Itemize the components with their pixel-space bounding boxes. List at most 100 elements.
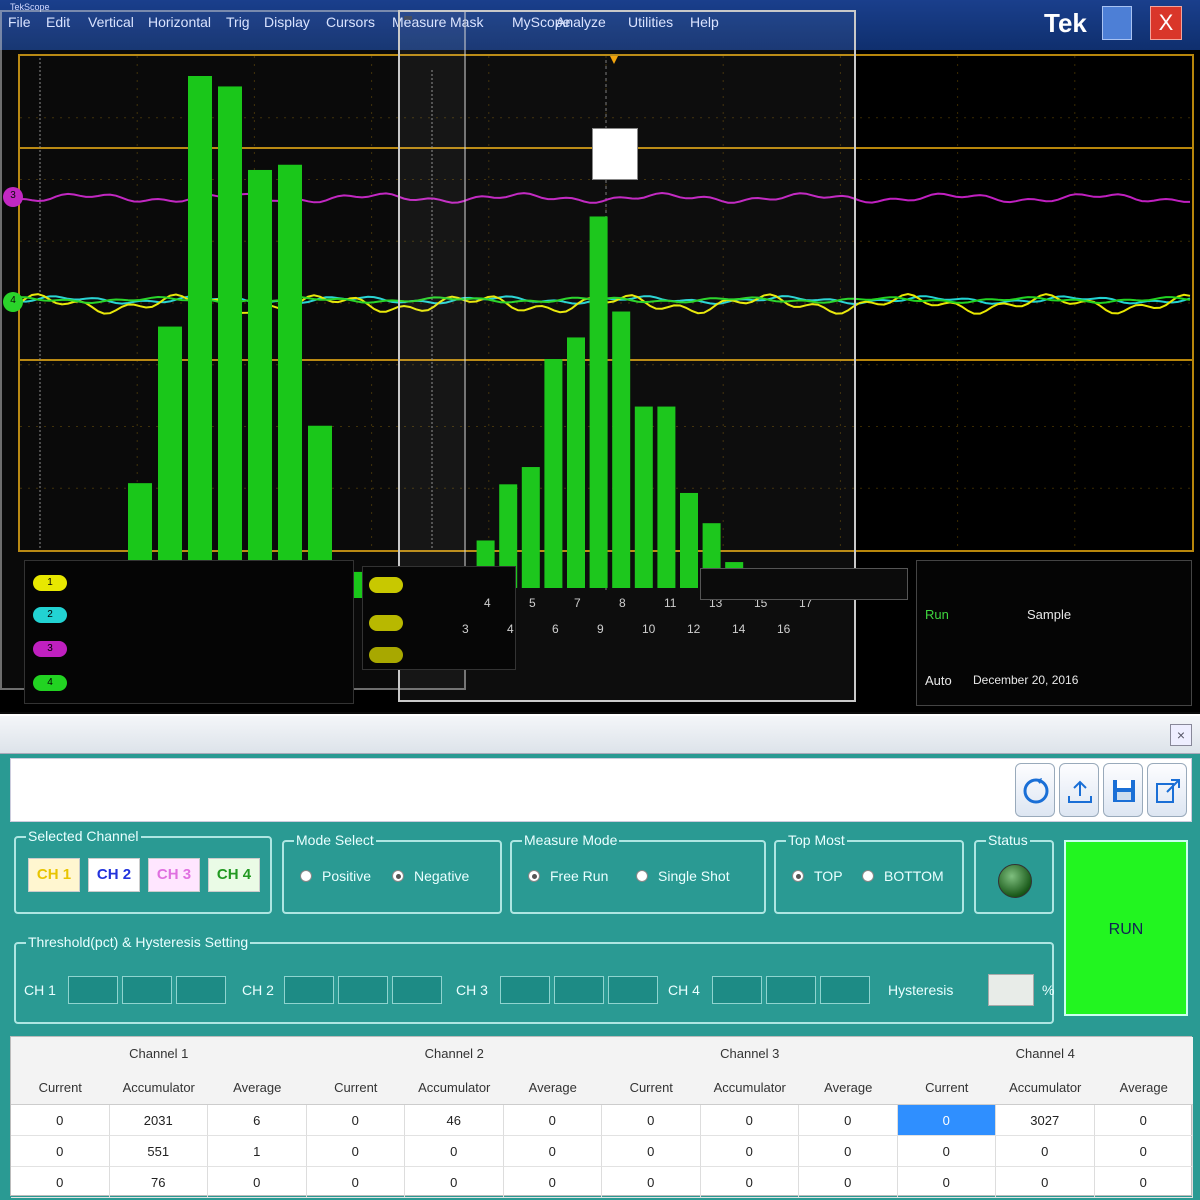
ch1-button[interactable]: CH 1 bbox=[28, 858, 80, 892]
table-cell[interactable]: 0 bbox=[1094, 1167, 1193, 1198]
table-cell[interactable]: 551 bbox=[109, 1136, 208, 1167]
ref2-badge[interactable] bbox=[369, 615, 403, 631]
mode-negative-radio[interactable]: Negative bbox=[392, 868, 469, 884]
table-cell[interactable]: 0 bbox=[11, 1136, 110, 1167]
table-cell[interactable]: 0 bbox=[11, 1167, 110, 1198]
x-tick-label: 11 bbox=[664, 596, 677, 610]
ch3-button[interactable]: CH 3 bbox=[148, 858, 200, 892]
x-tick-label: 12 bbox=[687, 622, 701, 636]
table-cell[interactable]: 0 bbox=[306, 1136, 405, 1167]
table-cell[interactable]: 0 bbox=[1094, 1136, 1193, 1167]
th-ch1-field[interactable] bbox=[176, 976, 226, 1004]
table-cell[interactable]: 0 bbox=[996, 1167, 1095, 1198]
table-column-header[interactable]: Accumulator bbox=[996, 1071, 1095, 1105]
table-cell[interactable]: 2031 bbox=[109, 1105, 208, 1136]
table-cell[interactable]: 0 bbox=[602, 1136, 701, 1167]
table-cell[interactable]: 0 bbox=[996, 1136, 1095, 1167]
th-ch2-field[interactable] bbox=[392, 976, 442, 1004]
table-cell[interactable]: 0 bbox=[799, 1167, 898, 1198]
table-column-header[interactable]: Average bbox=[799, 1071, 898, 1105]
table-cell[interactable]: 1 bbox=[208, 1136, 307, 1167]
th-ch2-field[interactable] bbox=[284, 976, 334, 1004]
ch4-button[interactable]: CH 4 bbox=[208, 858, 260, 892]
table-cell[interactable]: 0 bbox=[897, 1105, 996, 1136]
table-cell[interactable]: 0 bbox=[306, 1167, 405, 1198]
bottom-radio[interactable]: BOTTOM bbox=[862, 868, 944, 884]
upload-button[interactable] bbox=[1059, 763, 1099, 817]
hysteresis-label: Hysteresis bbox=[888, 982, 954, 998]
ref1-badge[interactable] bbox=[369, 577, 403, 593]
mode-select-group: Mode Select Positive Negative bbox=[282, 832, 502, 914]
table-cell[interactable]: 0 bbox=[799, 1105, 898, 1136]
table-column-header[interactable]: Accumulator bbox=[109, 1071, 208, 1105]
table-cell[interactable]: 0 bbox=[700, 1167, 799, 1198]
hysteresis-input[interactable] bbox=[988, 974, 1034, 1006]
export-button[interactable] bbox=[1147, 763, 1187, 817]
channel2-readout[interactable]: 2 bbox=[33, 605, 353, 627]
table-cell[interactable]: 0 bbox=[503, 1167, 602, 1198]
table-cell[interactable]: 0 bbox=[11, 1105, 110, 1136]
table-cell[interactable]: 0 bbox=[503, 1136, 602, 1167]
table-cell[interactable]: 0 bbox=[405, 1136, 504, 1167]
th-ch3-label: CH 3 bbox=[456, 982, 488, 998]
table-cell[interactable]: 0 bbox=[897, 1167, 996, 1198]
run-button[interactable]: RUN bbox=[1064, 840, 1188, 1016]
th-ch2-field[interactable] bbox=[338, 976, 388, 1004]
th-ch3-field[interactable] bbox=[608, 976, 658, 1004]
top-most-label: Top Most bbox=[786, 832, 847, 848]
ch2-button[interactable]: CH 2 bbox=[88, 858, 140, 892]
th-ch3-field[interactable] bbox=[500, 976, 550, 1004]
table-cell[interactable]: 0 bbox=[602, 1105, 701, 1136]
table-cell[interactable]: 0 bbox=[799, 1136, 898, 1167]
table-cell[interactable]: 0 bbox=[405, 1167, 504, 1198]
selected-channel-label: Selected Channel bbox=[26, 828, 141, 844]
reset-button[interactable] bbox=[1015, 763, 1055, 817]
mode-positive-radio[interactable]: Positive bbox=[300, 868, 371, 884]
table-cell[interactable]: 0 bbox=[503, 1105, 602, 1136]
table-column-header[interactable]: Accumulator bbox=[405, 1071, 504, 1105]
table-cell[interactable]: 0 bbox=[1094, 1105, 1193, 1136]
table-cell[interactable]: 3027 bbox=[996, 1105, 1095, 1136]
save-button[interactable] bbox=[1103, 763, 1143, 817]
th-ch1-field[interactable] bbox=[122, 976, 172, 1004]
ch3-badge: 3 bbox=[33, 641, 67, 657]
channel4-readout[interactable]: 4 bbox=[33, 673, 353, 695]
th-ch3-field[interactable] bbox=[554, 976, 604, 1004]
table-cell[interactable]: 6 bbox=[208, 1105, 307, 1136]
table-column-header[interactable]: Current bbox=[602, 1071, 701, 1105]
single-shot-radio[interactable]: Single Shot bbox=[636, 868, 730, 884]
acquisition-readout: Run Sample Auto December 20, 2016 bbox=[916, 560, 1192, 706]
th-ch1-field[interactable] bbox=[68, 976, 118, 1004]
ref3-badge[interactable] bbox=[369, 647, 403, 663]
channel1-readout[interactable]: 1 bbox=[33, 573, 353, 595]
th-ch4-field[interactable] bbox=[766, 976, 816, 1004]
top-radio[interactable]: TOP bbox=[792, 868, 843, 884]
table-cell[interactable]: 76 bbox=[109, 1167, 208, 1198]
status-group: Status bbox=[974, 832, 1054, 914]
table-column-header[interactable]: Current bbox=[306, 1071, 405, 1105]
th-ch4-field[interactable] bbox=[820, 976, 870, 1004]
app-close-button[interactable]: × bbox=[1170, 724, 1192, 746]
table-column-header[interactable]: Average bbox=[208, 1071, 307, 1105]
table-column-header[interactable]: Accumulator bbox=[700, 1071, 799, 1105]
upload-icon bbox=[1068, 780, 1092, 803]
export-icon bbox=[1156, 779, 1180, 803]
refresh-icon bbox=[1023, 778, 1049, 804]
table-column-header[interactable]: Current bbox=[897, 1071, 996, 1105]
table-cell[interactable]: 0 bbox=[700, 1105, 799, 1136]
table-column-header[interactable]: Average bbox=[503, 1071, 602, 1105]
table-cell[interactable]: 0 bbox=[602, 1167, 701, 1198]
table-cell[interactable]: 46 bbox=[405, 1105, 504, 1136]
status-label: Status bbox=[986, 832, 1030, 848]
th-ch2-label: CH 2 bbox=[242, 982, 274, 998]
table-column-header[interactable]: Average bbox=[1094, 1071, 1193, 1105]
table-cell[interactable]: 0 bbox=[897, 1136, 996, 1167]
free-run-radio[interactable]: Free Run bbox=[528, 868, 608, 884]
table-cell[interactable]: 0 bbox=[306, 1105, 405, 1136]
table-cell[interactable]: 0 bbox=[208, 1167, 307, 1198]
table-column-header[interactable]: Current bbox=[11, 1071, 110, 1105]
th-ch4-field[interactable] bbox=[712, 976, 762, 1004]
x-tick-label: 14 bbox=[732, 622, 746, 636]
channel3-readout[interactable]: 3 bbox=[33, 639, 353, 661]
table-cell[interactable]: 0 bbox=[700, 1136, 799, 1167]
